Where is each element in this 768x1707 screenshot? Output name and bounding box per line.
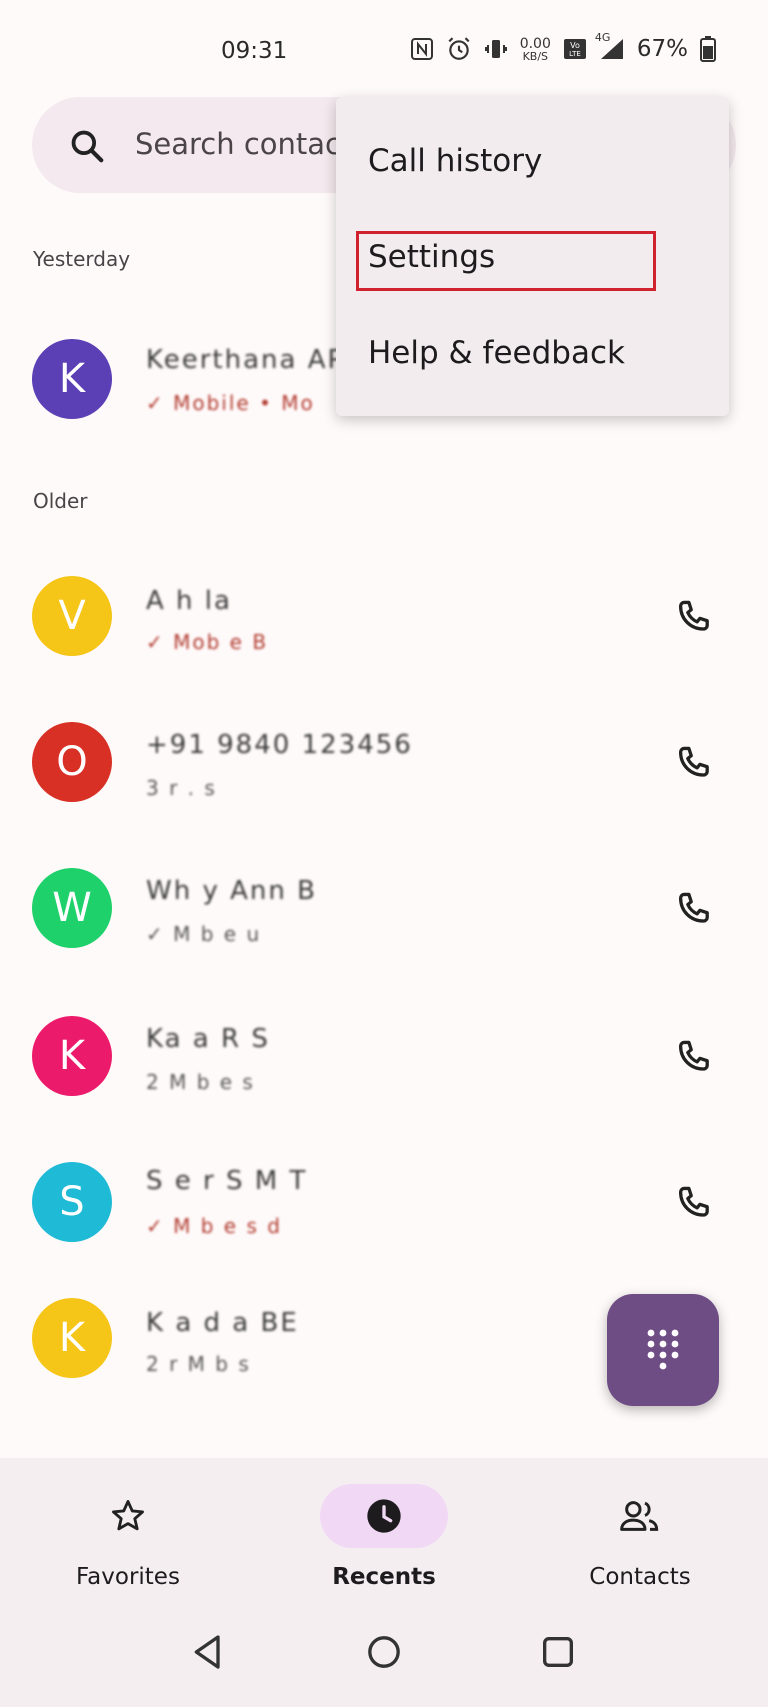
avatar-initial: K	[58, 1033, 86, 1079]
call-row[interactable]: O +91 9840 123456 3 r . s	[0, 706, 768, 826]
contact-name: K a d a BE	[146, 1308, 299, 1338]
call-detail: 2 M b e s	[146, 1070, 255, 1094]
call-row[interactable]: V A h la ✓ Mob e B	[0, 560, 768, 680]
dialpad-icon	[647, 1329, 679, 1370]
system-nav-bar	[0, 1608, 768, 1707]
avatar: K	[32, 339, 112, 419]
contact-name: +91 9840 123456	[146, 730, 413, 760]
phone-call-icon[interactable]	[672, 742, 716, 786]
avatar-initial: K	[58, 356, 86, 402]
star-icon	[112, 1500, 144, 1531]
nav-label-recents: Recents	[332, 1564, 436, 1590]
svg-text:Vo: Vo	[570, 41, 580, 50]
nav-icon-wrap	[576, 1484, 704, 1548]
phone-call-icon[interactable]	[672, 1182, 716, 1226]
call-detail: 3 r . s	[146, 776, 217, 800]
phone-call-icon[interactable]	[672, 888, 716, 932]
nav-icon-wrap	[64, 1484, 192, 1548]
dialpad-button[interactable]	[607, 1294, 719, 1406]
contact-name: Wh y Ann B	[146, 876, 317, 906]
alarm-icon	[446, 36, 472, 62]
avatar: V	[32, 576, 112, 656]
avatar: S	[32, 1162, 112, 1242]
volte-icon: Vo LTE	[563, 37, 587, 61]
contact-name: A h la	[146, 586, 232, 616]
status-bar: 09:31 0.00 KB/S Vo LTE 4G 67%	[0, 0, 768, 100]
vibrate-icon	[484, 37, 508, 61]
phone-call-icon[interactable]	[672, 596, 716, 640]
phone-call-icon[interactable]	[672, 1036, 716, 1080]
svg-text:LTE: LTE	[569, 50, 581, 58]
net-speed-unit: KB/S	[522, 49, 549, 63]
call-detail: 2 r M b s	[146, 1352, 251, 1376]
battery-percent: 67%	[636, 36, 688, 62]
signal-icon: 4G	[595, 31, 625, 61]
status-time: 09:31	[221, 38, 288, 64]
nav-label-favorites: Favorites	[76, 1564, 180, 1590]
avatar: O	[32, 722, 112, 802]
call-detail: ✓ M b e s d	[146, 1214, 282, 1238]
avatar-initial: S	[59, 1179, 85, 1225]
call-detail: ✓ M b e u	[146, 922, 262, 946]
avatar: K	[32, 1298, 112, 1378]
call-row[interactable]: W Wh y Ann B ✓ M b e u	[0, 852, 768, 972]
menu-item-call-history[interactable]: Call history	[368, 143, 542, 179]
contact-name: S e r S M T	[146, 1166, 308, 1196]
avatar-initial: W	[52, 885, 92, 931]
avatar: W	[32, 868, 112, 948]
avatar-initial: O	[56, 739, 88, 785]
net-speed-value: 0.00	[519, 35, 551, 52]
avatar-initial: V	[58, 593, 86, 639]
battery-icon	[700, 36, 716, 62]
call-detail: ✓ Mob e B	[146, 630, 269, 654]
contact-name: Keerthana AP	[146, 345, 346, 375]
contact-name: Ka a R S	[146, 1024, 270, 1054]
nav-tab-contacts[interactable]: Contacts	[512, 1458, 768, 1608]
clock-icon	[367, 1499, 401, 1533]
nav-icon-wrap-active	[320, 1484, 448, 1548]
contacts-icon	[620, 1501, 659, 1531]
bottom-nav: Favorites Recents Contacts	[0, 1458, 768, 1608]
back-icon[interactable]	[188, 1632, 228, 1672]
call-row[interactable]: K Ka a R S 2 M b e s	[0, 1000, 768, 1120]
nav-label-contacts: Contacts	[589, 1564, 691, 1590]
nav-tab-recents[interactable]: Recents	[256, 1458, 512, 1608]
avatar-initial: K	[58, 1315, 86, 1361]
menu-item-settings[interactable]: Settings	[368, 239, 495, 275]
call-row[interactable]: S S e r S M T ✓ M b e s d	[0, 1146, 768, 1266]
avatar: K	[32, 1016, 112, 1096]
section-header-yesterday: Yesterday	[33, 247, 131, 271]
section-header-older: Older	[33, 489, 88, 513]
net-speed: 0.00 KB/S	[520, 37, 551, 62]
menu-item-help-feedback[interactable]: Help & feedback	[368, 335, 625, 371]
home-icon[interactable]	[364, 1632, 404, 1672]
overflow-menu: Call history Settings Help & feedback	[336, 97, 729, 416]
call-detail: ✓ Mobile • Mo	[146, 391, 315, 415]
status-icons: 0.00 KB/S Vo LTE 4G 67%	[410, 31, 716, 62]
network-type: 4G	[594, 31, 611, 44]
search-icon	[71, 130, 104, 163]
nfc-icon	[410, 37, 434, 61]
nav-tab-favorites[interactable]: Favorites	[0, 1458, 256, 1608]
recent-apps-icon[interactable]	[538, 1632, 578, 1672]
search-input[interactable]: Search contacts	[135, 127, 367, 161]
